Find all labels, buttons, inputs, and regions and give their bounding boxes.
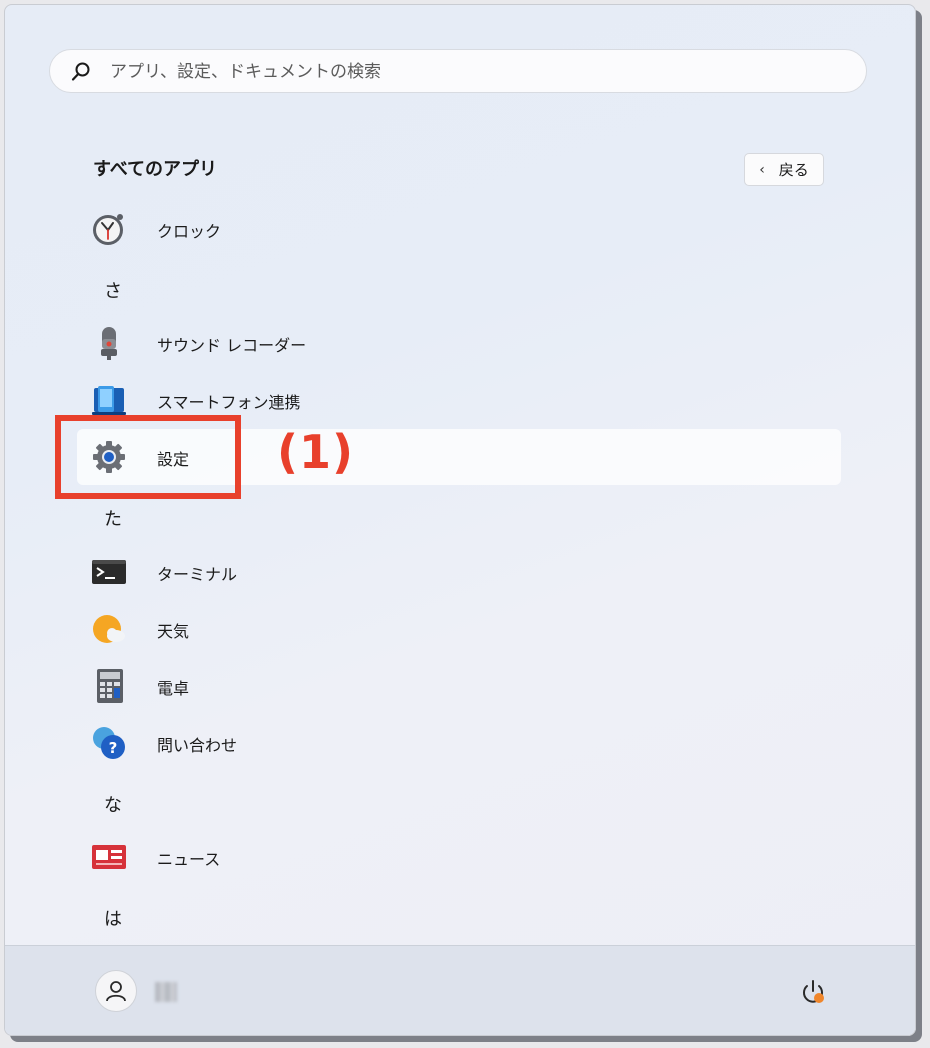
all-apps-title: すべてのアプリ — [93, 159, 218, 180]
microphone-icon — [91, 325, 127, 361]
search-icon — [71, 62, 90, 81]
news-icon — [91, 839, 127, 875]
phone-link-icon — [91, 382, 127, 418]
terminal-icon — [91, 554, 127, 590]
letter-header-ta[interactable]: た — [104, 505, 122, 531]
back-button[interactable]: ‹ 戻る — [744, 153, 824, 186]
screenshot-frame: すべてのアプリ ‹ 戻る クロック さ — [0, 0, 930, 1048]
clock-icon — [91, 211, 127, 247]
app-item-sound-recorder[interactable]: サウンド レコーダー — [77, 315, 841, 371]
user-icon — [106, 981, 126, 1002]
user-name-redacted — [155, 982, 177, 1002]
start-footer — [5, 945, 915, 1035]
help-icon: ? — [91, 725, 127, 761]
annotation-highlight-box — [55, 415, 241, 499]
app-label: 問い合わせ — [157, 736, 238, 755]
power-icon — [803, 980, 824, 1003]
back-button-label: 戻る — [778, 161, 809, 179]
app-item-news[interactable]: ニュース — [77, 829, 841, 885]
letter-header-ha[interactable]: は — [104, 905, 122, 931]
app-item-terminal[interactable]: ターミナル — [77, 544, 841, 600]
calculator-icon — [91, 668, 127, 704]
weather-icon — [91, 611, 127, 647]
app-item-calculator[interactable]: 電卓 — [77, 658, 841, 714]
user-avatar[interactable] — [95, 970, 137, 1012]
app-label: 天気 — [157, 622, 190, 641]
letter-header-sa[interactable]: さ — [104, 277, 122, 303]
app-label: スマートフォン連携 — [157, 393, 301, 412]
app-item-weather[interactable]: 天気 — [77, 601, 841, 657]
letter-header-na[interactable]: な — [104, 791, 122, 817]
app-item-clock[interactable]: クロック — [77, 201, 841, 257]
app-label: ターミナル — [157, 565, 238, 584]
svg-text:?: ? — [109, 739, 118, 757]
app-label: ニュース — [157, 850, 221, 869]
app-label: サウンド レコーダー — [157, 336, 307, 355]
app-label: クロック — [157, 222, 222, 241]
power-button[interactable] — [799, 978, 827, 1006]
app-item-get-help[interactable]: ? 問い合わせ — [77, 715, 841, 771]
chevron-left-icon: ‹ — [759, 161, 765, 178]
annotation-step-label: (1) — [277, 425, 355, 479]
app-label: 電卓 — [157, 679, 190, 698]
search-box[interactable] — [49, 49, 867, 94]
search-input[interactable] — [108, 50, 812, 94]
start-menu: すべてのアプリ ‹ 戻る クロック さ — [4, 4, 916, 1036]
